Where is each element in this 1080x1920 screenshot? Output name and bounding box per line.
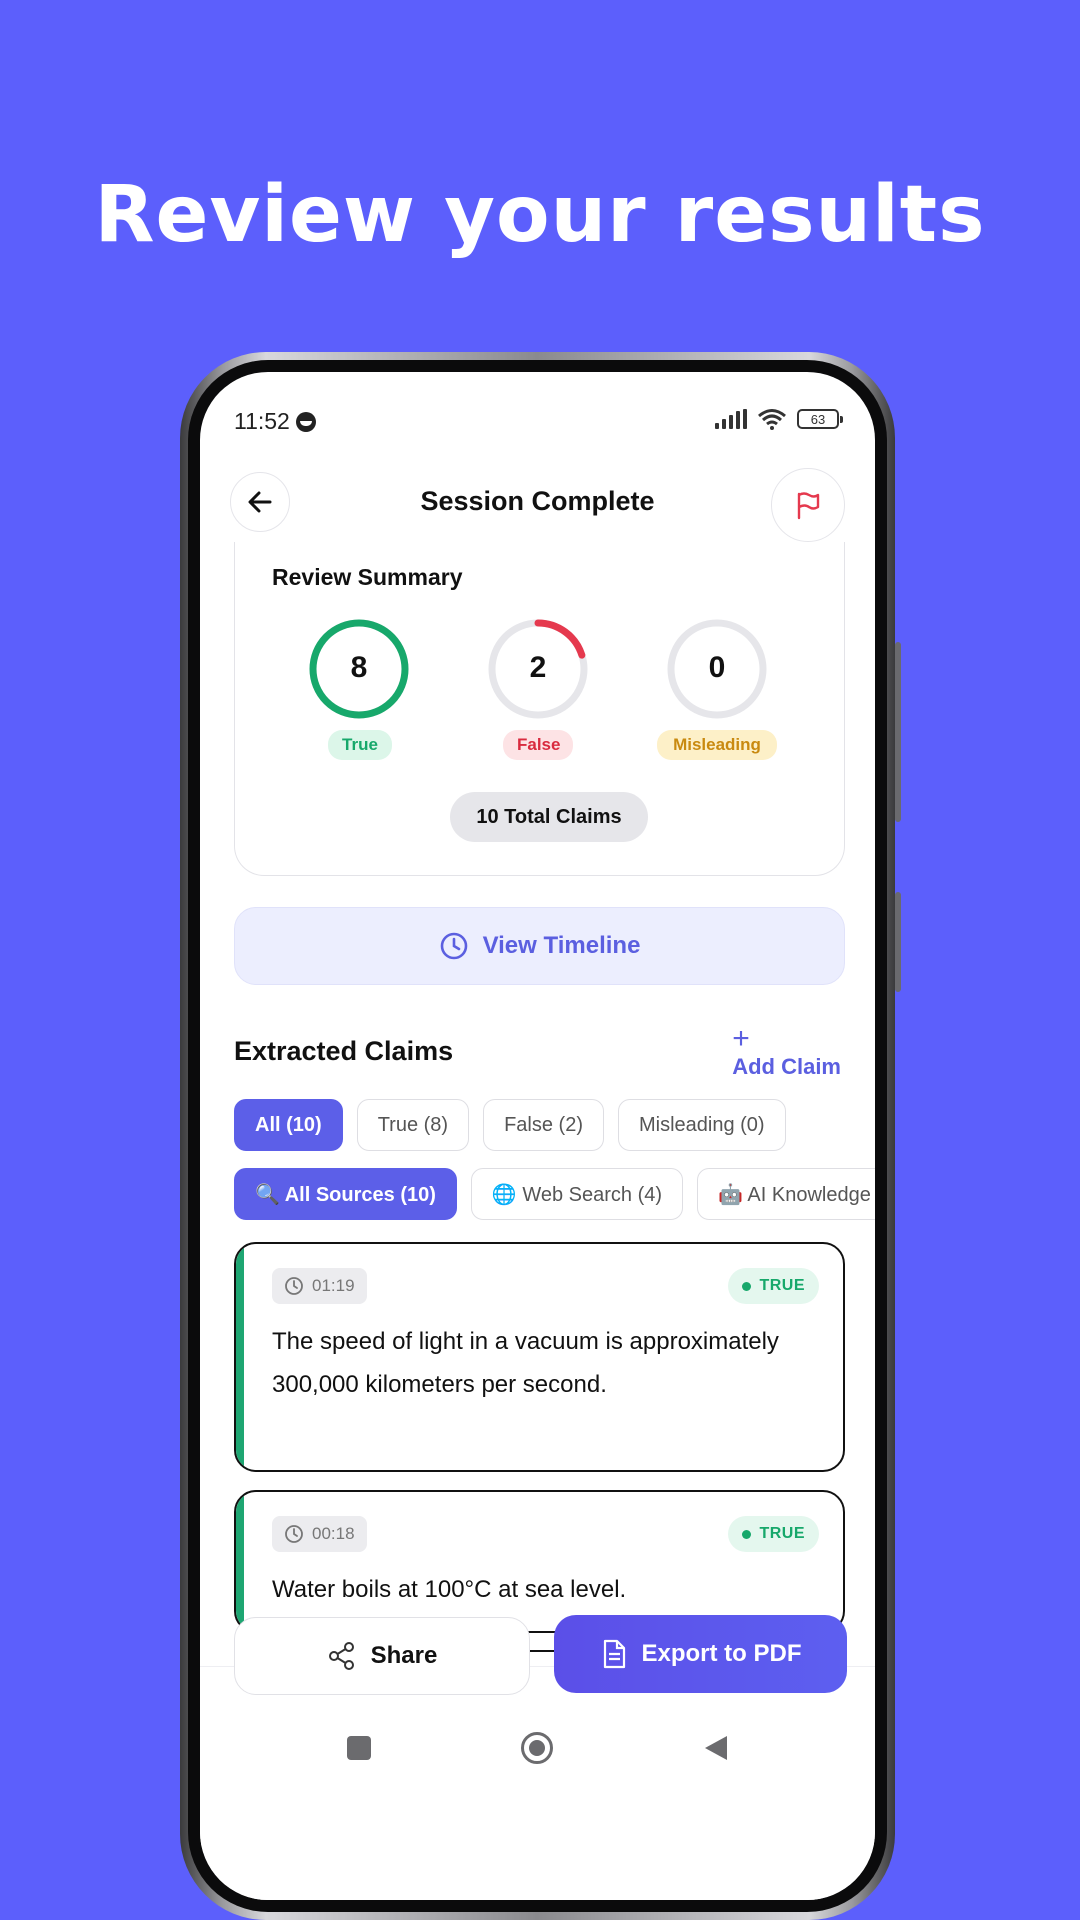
wifi-icon [758, 409, 786, 430]
filter-all[interactable]: All (10) [234, 1099, 343, 1151]
system-nav-bar [200, 1732, 875, 1764]
volume-button [895, 642, 901, 822]
bottom-action-bar [200, 1666, 875, 1900]
false-count: 2 [529, 651, 547, 684]
verdict-badge: TRUE [728, 1516, 819, 1552]
notification-icon [295, 411, 316, 432]
filter-misleading[interactable]: Misleading (0) [617, 1099, 786, 1151]
source-ai-knowledge[interactable]: 🤖 AI Knowledge [697, 1168, 875, 1220]
status-bar-right: 63 [715, 408, 843, 430]
phone-frame: 11:52 63 Session Complete Review Summary… [180, 352, 901, 1920]
headline: Review your results [94, 170, 986, 260]
battery-level: 63 [810, 411, 826, 427]
verdict-filter-row: All (10) True (8) False (2) Misleading (… [234, 1099, 786, 1151]
claim-timestamp: 01:19 [272, 1268, 367, 1304]
claim-timestamp: 00:18 [272, 1516, 367, 1552]
plus-icon: + [732, 1022, 750, 1055]
view-timeline-label: View Timeline [482, 932, 641, 959]
document-icon [603, 1639, 625, 1669]
share-icon [328, 1642, 354, 1670]
app-screen: 11:52 63 Session Complete Review Summary… [200, 372, 875, 1900]
summary-title: Review Summary [272, 564, 463, 590]
status-dot-icon [742, 1529, 752, 1539]
add-claim-label: Add Claim [732, 1054, 841, 1079]
status-dot-icon [742, 1281, 752, 1291]
clock-icon [285, 1525, 303, 1543]
clock-icon [440, 932, 467, 960]
clock-icon [285, 1277, 303, 1295]
status-bar-left: 11:52 [234, 408, 316, 435]
extracted-claims-title: Extracted Claims [234, 1036, 454, 1066]
share-label: Share [370, 1642, 438, 1669]
claim-text: The speed of light in a vacuum is approx… [272, 1328, 779, 1398]
signal-icon [715, 409, 747, 429]
claim-card[interactable]: 01:19 TRUE The speed of light in a vacuu… [234, 1242, 845, 1472]
source-web-search[interactable]: 🌐 Web Search (4) [470, 1168, 684, 1220]
claim-card[interactable]: 00:18 TRUE Water boils at 100°C at sea l… [234, 1490, 845, 1633]
total-claims-badge: 10 Total Claims [450, 792, 648, 842]
home-icon[interactable] [520, 1732, 553, 1764]
filter-true[interactable]: True (8) [356, 1099, 470, 1151]
false-label: False [503, 730, 573, 760]
view-timeline-button[interactable]: View Timeline [234, 907, 845, 985]
misleading-label: Misleading [657, 730, 777, 760]
filter-false[interactable]: False (2) [483, 1099, 604, 1151]
export-pdf-button[interactable]: Export to PDF [554, 1615, 847, 1693]
add-claim-button[interactable]: + Add Claim [732, 1022, 841, 1079]
true-label: True [328, 730, 392, 760]
recents-icon[interactable] [346, 1736, 371, 1760]
misleading-count: 0 [708, 651, 726, 684]
claim-text: Water boils at 100°C at sea level. [272, 1576, 627, 1603]
share-button[interactable]: Share [234, 1617, 530, 1695]
back-triangle-icon[interactable] [703, 1734, 729, 1762]
source-filter-row: 🔍 All Sources (10) 🌐 Web Search (4) 🤖 AI… [234, 1168, 875, 1220]
status-time: 11:52 [234, 408, 290, 434]
flag-icon [797, 492, 820, 520]
true-count: 8 [350, 651, 368, 684]
report-flag-button[interactable] [771, 468, 845, 542]
battery-icon: 63 [797, 409, 843, 429]
export-label: Export to PDF [641, 1640, 802, 1667]
power-button [895, 892, 901, 992]
source-all[interactable]: 🔍 All Sources (10) [234, 1168, 457, 1220]
verdict-badge: TRUE [728, 1268, 819, 1304]
